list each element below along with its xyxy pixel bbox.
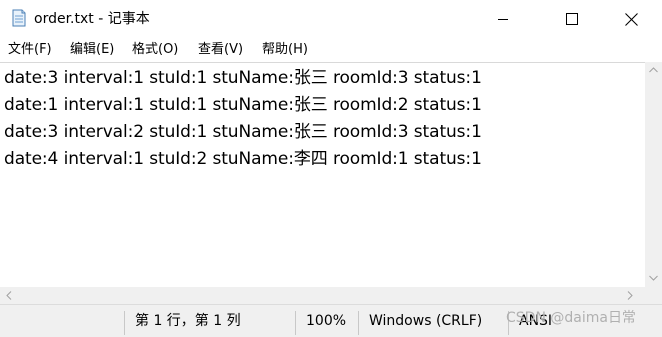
text-line-3: date:3 interval:2 stuId:1 stuName:张三 roo… (4, 122, 482, 142)
status-divider (124, 311, 125, 335)
text-line-1: date:3 interval:1 stuId:1 stuName:张三 roo… (4, 68, 482, 88)
minimize-button[interactable] (480, 0, 526, 38)
scrollbar-corner (645, 287, 662, 304)
text-line-2: date:1 interval:1 stuId:1 stuName:张三 roo… (4, 95, 482, 115)
close-button[interactable] (608, 0, 654, 38)
maximize-icon (566, 13, 578, 25)
horizontal-scrollbar[interactable] (0, 287, 645, 304)
notepad-file-icon (12, 9, 26, 27)
close-icon (624, 12, 638, 26)
text-editor[interactable]: date:3 interval:1 stuId:1 stuName:张三 roo… (0, 62, 645, 288)
menu-edit[interactable]: 编辑(E) (69, 40, 115, 60)
menu-format[interactable]: 格式(O) (131, 40, 179, 60)
status-divider (358, 311, 359, 335)
title-bar: order.txt - 记事本 (0, 0, 662, 38)
menu-bar: 文件(F) 编辑(E) 格式(O) 查看(V) 帮助(H) (0, 38, 662, 62)
vertical-scrollbar[interactable] (645, 62, 662, 287)
status-divider (295, 311, 296, 335)
zoom-level: 100% (306, 313, 347, 329)
cursor-position: 第 1 行，第 1 列 (135, 313, 241, 329)
scroll-up-arrow-icon[interactable] (649, 67, 658, 73)
maximize-button[interactable] (549, 0, 595, 38)
menu-file[interactable]: 文件(F) (7, 40, 53, 60)
scroll-down-arrow-icon[interactable] (649, 275, 658, 281)
window-title: order.txt - 记事本 (34, 11, 150, 27)
minimize-icon (498, 19, 508, 20)
menu-view[interactable]: 查看(V) (197, 40, 244, 60)
csdn-watermark: CSDN @daima日常 (506, 310, 636, 326)
line-ending: Windows (CRLF) (369, 313, 483, 329)
scroll-right-arrow-icon[interactable] (627, 291, 633, 300)
text-line-4: date:4 interval:1 stuId:2 stuName:李四 roo… (4, 149, 482, 169)
scroll-left-arrow-icon[interactable] (6, 291, 12, 300)
menu-help[interactable]: 帮助(H) (261, 40, 309, 60)
